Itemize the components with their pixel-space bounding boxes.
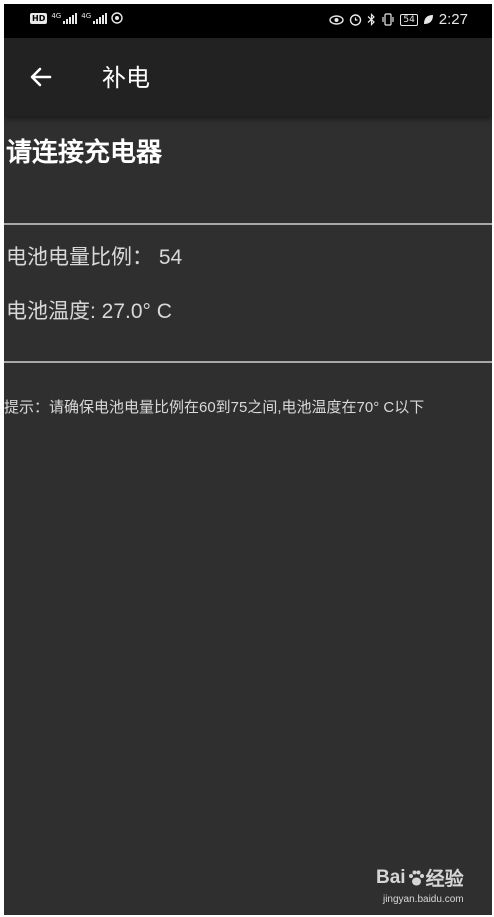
divider (4, 361, 492, 363)
battery-temperature-text: 电池温度: 27.0° C (6, 300, 172, 323)
connect-charger-heading: 请连接充电器 (6, 138, 163, 168)
app-bar: 补电 (4, 38, 492, 116)
page-title: 补电 (102, 64, 150, 92)
watermark-brand: Bai 经验 (376, 864, 464, 891)
back-arrow-icon[interactable] (28, 64, 54, 90)
battery-level-text: 电池电量比例： 54 (6, 246, 183, 269)
status-left: HD 4G 4G (30, 12, 123, 24)
eye-comfort-icon (329, 14, 345, 25)
signal-icon: 4G (81, 12, 108, 24)
signal-2-label: 4G (81, 12, 92, 20)
hotspot-icon (111, 12, 123, 24)
watermark-brand-right: 经验 (425, 869, 464, 890)
status-bar: HD 4G 4G 54 2:27 (4, 4, 492, 38)
power-saving-leaf-icon (423, 15, 433, 24)
baidu-jingyan-watermark: Bai 经验 jingyan.baidu.com (376, 864, 464, 906)
status-right: 54 2:27 (329, 11, 468, 28)
watermark-brand-left: Bai (376, 866, 406, 888)
paw-logo-icon (408, 870, 424, 885)
divider (4, 223, 492, 225)
vibrate-icon (382, 13, 394, 26)
bluetooth-icon (367, 13, 376, 26)
screen: HD 4G 4G 54 2:27 补电 请连接充电器 电池电量比例： 54 电池… (4, 4, 492, 915)
status-time: 2:27 (438, 11, 468, 28)
alarm-icon (350, 14, 362, 26)
hd-icon: HD (30, 12, 48, 24)
watermark-url: jingyan.baidu.com (382, 894, 464, 905)
signal-1-label: 4G (51, 12, 62, 20)
hint-text: 提示：请确保电池电量比例在60到75之间,电池温度在70° C以下 (4, 399, 425, 416)
battery-icon: 54 (400, 13, 418, 26)
signal-icon: 4G (51, 12, 78, 24)
